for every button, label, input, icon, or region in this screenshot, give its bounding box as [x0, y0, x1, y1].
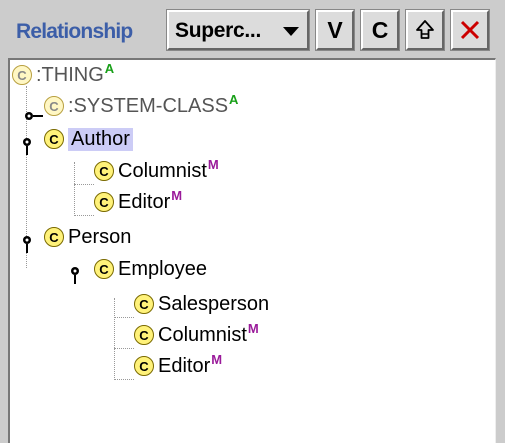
multiple-badge: M: [211, 351, 223, 367]
tree-connector: [114, 317, 134, 318]
tree-node-columnist[interactable]: C Columnist M: [134, 320, 259, 348]
tree-connector: [114, 348, 134, 349]
tree-node-thing[interactable]: C :THING A: [12, 60, 115, 88]
tree-node-label: Person: [68, 225, 132, 248]
tree-node-editor[interactable]: C Editor M: [134, 351, 223, 379]
class-icon: C: [94, 192, 114, 212]
tree-node-salesperson[interactable]: C Salesperson: [134, 291, 269, 317]
tree-node-author[interactable]: C Author: [44, 126, 133, 152]
multiple-badge: M: [247, 320, 259, 336]
abstract-badge: A: [229, 91, 239, 107]
relationship-label: Relationship: [16, 20, 133, 43]
relationship-select[interactable]: Superc...: [166, 9, 310, 51]
tree-connector: [74, 184, 94, 185]
tree-node-label: :THING: [36, 63, 104, 86]
tree-node-label: Author: [68, 127, 133, 151]
class-icon: C: [44, 129, 64, 149]
class-icon: C: [134, 356, 154, 376]
tree-node-label: Columnist: [158, 323, 247, 346]
class-icon: C: [12, 65, 32, 85]
abstract-badge: A: [104, 60, 115, 76]
chevron-down-icon: [283, 27, 299, 36]
tree-node-label: Employee: [118, 257, 207, 280]
tree-node-columnist[interactable]: C Columnist M: [94, 156, 219, 184]
view-button-label: V: [327, 16, 343, 43]
expanded-handle-icon[interactable]: [19, 136, 35, 156]
class-browser-panel: Relationship Superc... V C C:THING A C …: [0, 0, 505, 443]
class-tree[interactable]: C :THING A C :SYSTEM-CLASS A C Author C …: [8, 58, 496, 443]
tree-node-employee[interactable]: C Employee: [94, 256, 207, 282]
tree-node-label: Editor: [158, 354, 211, 377]
up-arrow-icon: [416, 20, 434, 39]
tree-node-label: Editor: [118, 190, 171, 213]
tree-node-editor[interactable]: C Editor M: [94, 187, 183, 215]
tree-node-label: Salesperson: [158, 292, 270, 315]
class-icon: C: [134, 325, 154, 345]
tree-connector: [74, 215, 94, 216]
close-icon: [460, 20, 480, 40]
toolbar: Relationship Superc... V C: [0, 0, 505, 56]
tree-node-label: :SYSTEM-CLASS: [68, 94, 229, 117]
delete-button[interactable]: [450, 9, 490, 51]
tree-node-person[interactable]: C Person: [44, 224, 131, 250]
multiple-badge: M: [207, 156, 219, 172]
multiple-badge: M: [171, 187, 183, 203]
class-icon: C: [134, 294, 154, 314]
view-button[interactable]: V: [315, 9, 355, 51]
expanded-handle-icon[interactable]: [19, 234, 35, 254]
expanded-handle-icon[interactable]: [67, 265, 83, 285]
class-icon: C: [44, 96, 64, 116]
tree-connector: [74, 162, 75, 216]
tree-node-system-class[interactable]: C :SYSTEM-CLASS A: [44, 91, 239, 119]
create-button[interactable]: C: [360, 9, 400, 51]
move-up-button[interactable]: [405, 9, 445, 51]
tree-connector: [114, 379, 134, 380]
relationship-select-value: Superc...: [175, 19, 261, 42]
tree-connector: [114, 298, 115, 380]
class-icon: C: [94, 259, 114, 279]
class-icon: C: [44, 227, 64, 247]
collapsed-handle-icon[interactable]: [24, 109, 44, 123]
tree-node-label: Columnist: [118, 159, 207, 182]
create-button-label: C: [371, 16, 389, 43]
class-icon: C: [94, 161, 114, 181]
